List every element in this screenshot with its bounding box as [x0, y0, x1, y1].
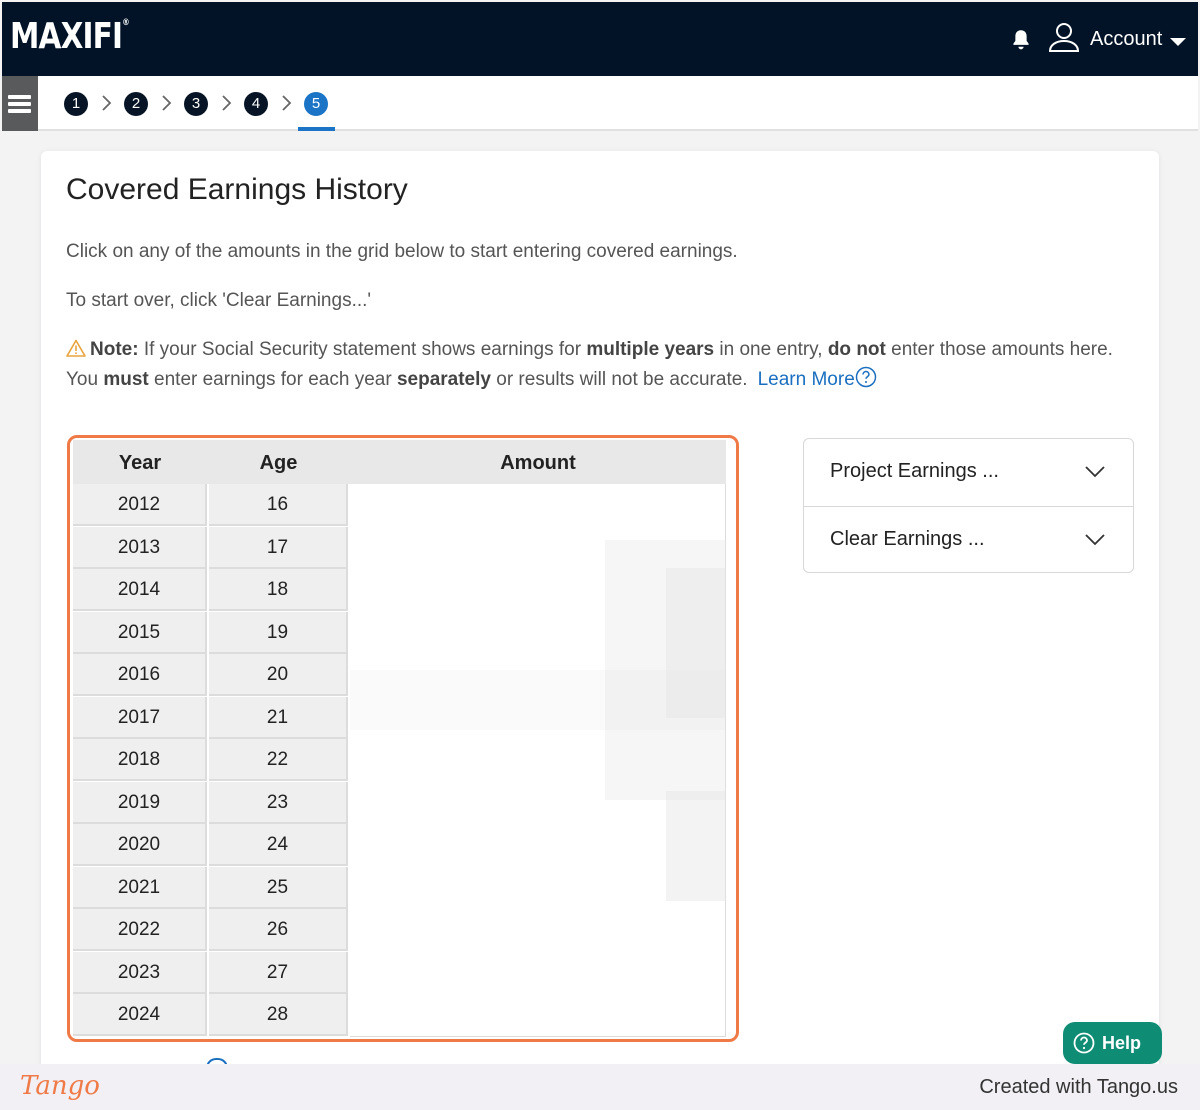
chevron-right-icon: [222, 95, 232, 111]
age-cell: 25: [209, 866, 348, 909]
chevron-down-icon: [1085, 466, 1105, 478]
note-bold-part: multiple years: [586, 339, 715, 360]
age-cell: 17: [209, 526, 348, 569]
note-text-part: or results will not be accurate.: [490, 369, 748, 390]
note-text-part: enter earnings for each year: [148, 369, 397, 390]
account-menu[interactable]: Account: [1090, 28, 1162, 51]
year-cell: 2012: [73, 484, 207, 526]
step-5[interactable]: 5: [304, 92, 328, 116]
help-circle-icon: [1073, 1032, 1095, 1054]
table-row: 2016 20: [73, 654, 353, 696]
header-year[interactable]: Year: [73, 452, 207, 475]
tango-logo: Tango: [20, 1071, 100, 1101]
header-amount[interactable]: Amount: [350, 452, 726, 475]
year-cell: 2015: [73, 611, 207, 654]
stepper-bar: 1 2 3 4 5: [2, 76, 1198, 131]
note-text-part: If your Social Security statement shows …: [138, 339, 587, 360]
chevron-right-icon: [282, 95, 292, 111]
age-cell: 19: [209, 611, 348, 654]
bell-icon[interactable]: [1008, 27, 1034, 53]
age-cell: 23: [209, 781, 348, 824]
instruction-text: Click on any of the amounts in the grid …: [66, 241, 738, 262]
table-row: 2023 27: [73, 951, 353, 994]
blurred-amount: [666, 791, 726, 901]
year-cell: 2022: [73, 909, 207, 951]
warning-icon: [66, 339, 86, 357]
table-row: 2021 25: [73, 866, 353, 909]
tango-footer: Tango Created with Tango.us: [0, 1064, 1200, 1110]
help-button[interactable]: Help: [1063, 1022, 1162, 1064]
table-row: 2024 28: [73, 994, 353, 1036]
blurred-amount: [350, 670, 726, 730]
table-row: 2018 22: [73, 739, 353, 781]
start-over-text: To start over, click 'Clear Earnings...': [66, 290, 372, 311]
chevron-right-icon: [162, 95, 172, 111]
table-row: 2022 26: [73, 909, 353, 951]
help-circle-icon[interactable]: [855, 366, 877, 388]
year-cell: 2019: [73, 781, 207, 824]
table-row: 2013 17: [73, 526, 353, 569]
age-cell: 27: [209, 951, 348, 994]
clear-earnings-toggle[interactable]: Clear Earnings ...: [804, 506, 1133, 573]
user-icon[interactable]: [1046, 19, 1082, 55]
note-bold-part: must: [103, 369, 149, 390]
maxifi-logo[interactable]: MAXIFI®: [10, 16, 130, 57]
amount-column[interactable]: [350, 484, 726, 1037]
note-bold-part: do not: [827, 339, 886, 360]
note-label: Note:: [90, 339, 139, 360]
age-cell: 18: [209, 569, 348, 611]
year-cell: 2014: [73, 569, 207, 611]
chevron-down-icon: [1085, 534, 1105, 546]
note-bold-part: separately: [396, 369, 491, 390]
earnings-grid: Year Age Amount 2012 16 2013 17 2014 18 2015 19…: [73, 440, 726, 1037]
earnings-actions: Project Earnings ... Clear Earnings ...: [803, 438, 1134, 573]
clear-earnings-label: Clear Earnings ...: [830, 528, 985, 550]
year-cell: 2013: [73, 526, 207, 569]
caret-down-icon[interactable]: [1170, 38, 1186, 46]
table-row: 2020 24: [73, 824, 353, 866]
top-bar: MAXIFI® Account: [2, 2, 1198, 76]
age-cell: 16: [209, 484, 348, 526]
logo-text: MAXIFI: [10, 16, 123, 57]
earnings-grid-highlight: Year Age Amount 2012 16 2013 17 2014 18 2015 19…: [67, 435, 739, 1042]
age-cell: 21: [209, 696, 348, 739]
earnings-card: Covered Earnings History Click on any of…: [41, 151, 1159, 1091]
age-cell: 22: [209, 739, 348, 781]
help-label: Help: [1102, 1033, 1142, 1053]
year-cell: 2018: [73, 739, 207, 781]
created-with-text: Created with Tango.us: [979, 1076, 1178, 1098]
age-cell: 24: [209, 824, 348, 866]
year-cell: 2017: [73, 696, 207, 739]
header-age[interactable]: Age: [209, 452, 348, 475]
table-row: 2019 23: [73, 781, 353, 824]
project-earnings-label: Project Earnings ...: [830, 460, 999, 482]
year-cell: 2016: [73, 654, 207, 696]
age-cell: 28: [209, 994, 348, 1036]
project-earnings-toggle[interactable]: Project Earnings ...: [804, 439, 1133, 506]
note-text-part: in one entry,: [714, 339, 828, 360]
year-cell: 2020: [73, 824, 207, 866]
hamburger-menu-icon[interactable]: [2, 76, 38, 131]
note-text: Note: If your Social Security statement …: [66, 335, 1126, 395]
table-row: 2015 19: [73, 611, 353, 654]
age-cell: 20: [209, 654, 348, 696]
year-cell: 2023: [73, 951, 207, 994]
step-1[interactable]: 1: [64, 92, 88, 116]
table-row: 2012 16: [73, 484, 353, 526]
step-2[interactable]: 2: [124, 92, 148, 116]
step-3[interactable]: 3: [184, 92, 208, 116]
step-4[interactable]: 4: [244, 92, 268, 116]
learn-more-label: Learn More: [757, 369, 855, 390]
year-cell: 2021: [73, 866, 207, 909]
page-title: Covered Earnings History: [66, 173, 408, 206]
learn-more-link[interactable]: Learn More: [757, 366, 877, 390]
logo-registered-mark: ®: [122, 18, 129, 28]
age-cell: 26: [209, 909, 348, 951]
grid-header: Year Age Amount: [73, 440, 726, 484]
year-cell: 2024: [73, 994, 207, 1036]
table-row: 2014 18: [73, 569, 353, 611]
active-step-indicator: [298, 127, 335, 131]
chevron-right-icon: [102, 95, 112, 111]
table-row: 2017 21: [73, 696, 353, 739]
